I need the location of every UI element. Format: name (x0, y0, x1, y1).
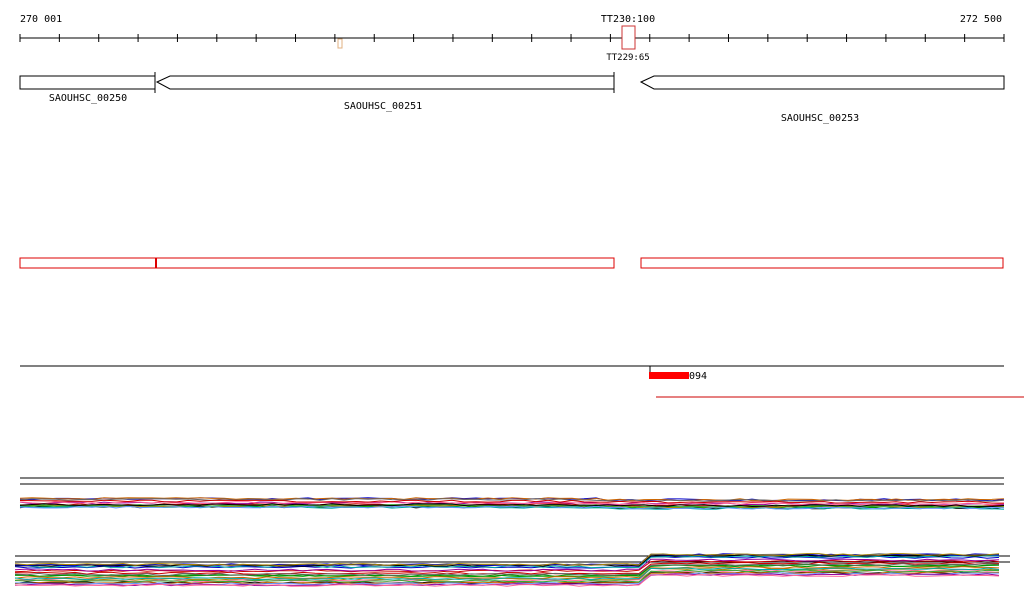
coordinate-ruler: 270 001 272 500 TT230:100 TT229:65 (19, 14, 1005, 63)
coverage-track-2[interactable] (14, 553, 1010, 587)
gene-b-label: SAOUHSC_00251 (344, 101, 422, 112)
gene-c-arrow[interactable] (639, 75, 1005, 90)
feature-block[interactable] (649, 372, 689, 379)
terminator-marker[interactable] (621, 25, 636, 50)
coverage-track-1[interactable] (19, 477, 1005, 510)
coverage-track-1-lines (19, 497, 1005, 510)
coverage-track-2-lines (14, 553, 1000, 587)
genome-browser-view[interactable]: 270 001 272 500 TT230:100 TT229:65 SAOUH… (0, 0, 1024, 611)
gene-a-shape[interactable] (19, 75, 156, 90)
annotation-block-c[interactable] (640, 257, 1004, 269)
annotation-block-b[interactable] (155, 257, 615, 269)
annotation-block-a[interactable] (19, 257, 157, 269)
gene-track: SAOUHSC_00250 SAOUHSC_00251 SAOUHSC_0025… (19, 72, 1005, 124)
terminator-bottom-label: TT229:65 (606, 53, 649, 63)
gene-a-label: SAOUHSC_00250 (49, 93, 127, 104)
small-marker[interactable] (337, 38, 343, 49)
terminator-top-label: TT230:100 (601, 14, 655, 25)
feature-label: 094 (689, 371, 707, 382)
gene-c-label: SAOUHSC_00253 (781, 113, 859, 124)
gene-b-arrow[interactable] (155, 75, 615, 90)
ruler-start-label: 270 001 (20, 14, 62, 25)
annotation-track (19, 257, 1004, 269)
feature-track: 094 (20, 365, 1024, 398)
ruler-end-label: 272 500 (960, 14, 1002, 25)
